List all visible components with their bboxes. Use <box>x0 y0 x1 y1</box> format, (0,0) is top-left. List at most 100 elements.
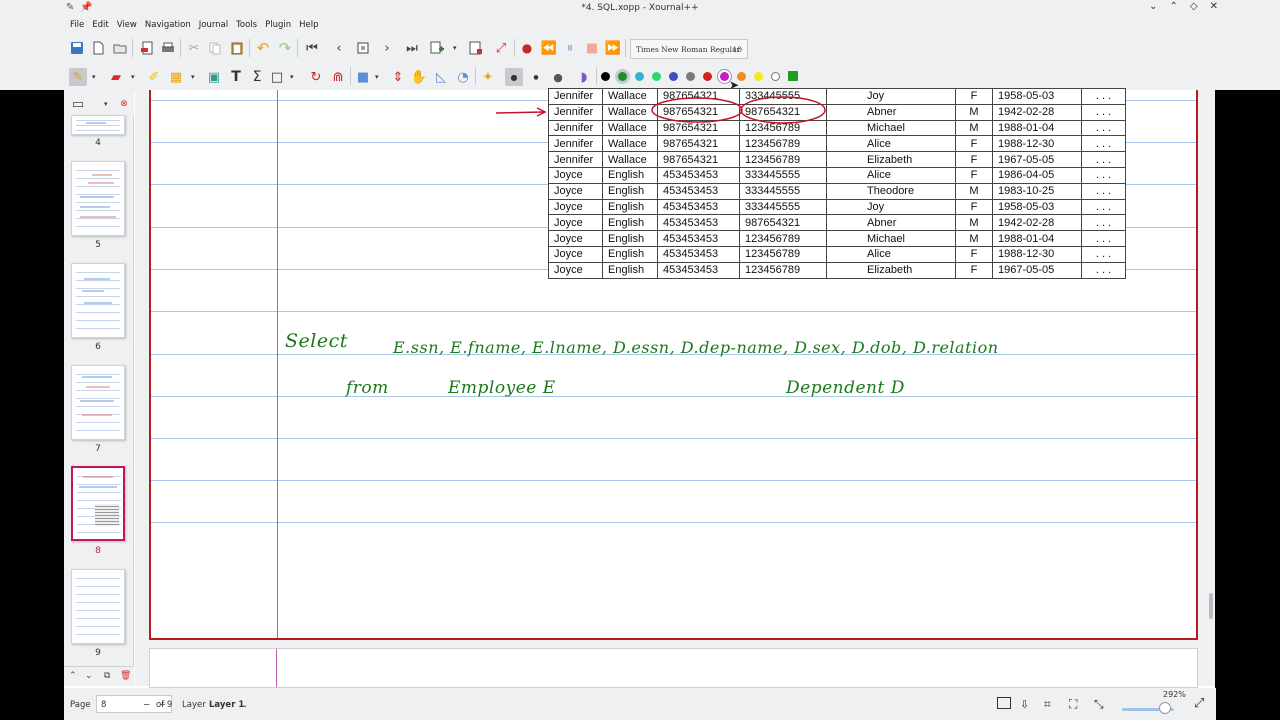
eraser-tool-icon[interactable]: ▰ <box>108 69 124 85</box>
color-light-green[interactable] <box>652 72 661 81</box>
page-decrement-button[interactable]: − <box>143 700 150 710</box>
next-journal-page[interactable] <box>149 648 1198 688</box>
page-thumbnail-7[interactable] <box>71 365 125 440</box>
chevron-down-icon[interactable]: ⌄ <box>1149 1 1157 12</box>
cut-icon[interactable]: ✂ <box>186 40 202 56</box>
thin-stroke-icon[interactable]: ● <box>505 68 523 86</box>
setsquare-icon[interactable]: ◺ <box>433 69 449 85</box>
copy-page-icon[interactable]: ⧉ <box>104 671 110 681</box>
medium-stroke-icon[interactable]: ● <box>528 69 544 85</box>
image-tool-icon[interactable]: ▣ <box>206 69 222 85</box>
sidebar-close-icon[interactable]: ⊗ <box>116 96 132 112</box>
move-page-down-icon[interactable]: ⌄ <box>85 671 93 681</box>
save-icon[interactable] <box>69 40 85 56</box>
page-thumbnail-5[interactable] <box>71 161 125 236</box>
menu-journal[interactable]: Journal <box>199 17 233 33</box>
delete-page-icon[interactable] <box>468 40 484 56</box>
previous-page-icon[interactable]: ‹ <box>331 40 347 56</box>
rewind-icon[interactable]: ⏪ <box>541 40 557 56</box>
font-selector[interactable]: Times New Roman Regular 10 <box>630 39 748 59</box>
color-gray[interactable] <box>686 72 695 81</box>
thick-stroke-icon[interactable]: ● <box>550 69 566 85</box>
fill-icon[interactable]: ◗ <box>576 69 592 85</box>
shape-dropdown[interactable]: ▾ <box>290 73 294 81</box>
latex-tool-icon[interactable]: Σ <box>249 69 265 85</box>
zoom-slider-handle[interactable] <box>1159 702 1171 714</box>
insert-page-icon[interactable] <box>429 40 445 56</box>
next-page-icon[interactable]: › <box>379 40 395 56</box>
hand-tool-icon[interactable]: ✋ <box>411 69 427 85</box>
eraser-dropdown[interactable]: ▾ <box>131 73 135 81</box>
vertical-space-icon[interactable]: ⇕ <box>390 69 406 85</box>
vertical-scrollbar[interactable] <box>1209 593 1213 619</box>
menu-edit[interactable]: Edit <box>92 17 113 33</box>
magnet-snap-icon[interactable]: ⋒ <box>330 69 346 85</box>
page-thumbnail-9[interactable] <box>71 569 125 644</box>
close-icon[interactable]: ✕ <box>1210 1 1218 12</box>
zoom-100-icon[interactable]: ⤡ <box>1094 697 1104 712</box>
page-thumbnail-4[interactable] <box>71 115 125 135</box>
sidebar-view-dropdown[interactable]: ▾ <box>104 100 108 108</box>
menu-navigation[interactable]: Navigation <box>145 17 196 33</box>
menu-plugin[interactable]: Plugin <box>265 17 296 33</box>
select-region-icon[interactable]: ▦ <box>168 69 184 85</box>
color-magenta[interactable] <box>720 72 729 81</box>
color-black[interactable] <box>601 72 610 81</box>
layer-dropdown[interactable]: ▾ <box>375 73 379 81</box>
pen-dropdown[interactable]: ▾ <box>92 73 96 81</box>
record-icon[interactable]: ● <box>519 40 535 56</box>
pause-icon[interactable]: ⏸ <box>562 40 578 56</box>
minimize-icon[interactable]: ⌃ <box>1170 1 1178 12</box>
page-thumbnail-8[interactable] <box>71 466 125 541</box>
color-blue[interactable] <box>669 72 678 81</box>
first-page-icon[interactable]: ⏮ <box>304 40 320 56</box>
menu-file[interactable]: File <box>70 17 89 33</box>
fill-color-icon[interactable]: ✦ <box>480 69 496 85</box>
delete-page-sidebar-icon[interactable]: 🗑 <box>120 671 131 681</box>
menu-view[interactable]: View <box>117 17 142 33</box>
redo-icon[interactable]: ↷ <box>277 39 293 57</box>
fullscreen-icon[interactable]: ⤢ <box>493 40 509 56</box>
pen-tool-icon[interactable]: ✎ <box>69 68 87 86</box>
move-page-up-icon[interactable]: ⌃ <box>69 671 77 681</box>
undo-icon[interactable]: ↶ <box>255 39 271 57</box>
paste-icon[interactable] <box>229 40 245 56</box>
two-page-view-icon[interactable] <box>997 697 1011 709</box>
fast-forward-icon[interactable]: ⏩ <box>605 40 621 56</box>
layer-icon[interactable]: ■ <box>355 69 371 85</box>
color-green[interactable] <box>618 72 627 81</box>
table-cell: Theodore <box>826 182 956 200</box>
last-page-icon[interactable]: ⏭ <box>404 40 420 56</box>
custom-color-icon[interactable] <box>788 71 798 81</box>
highlighter-tool-icon[interactable]: ✐ <box>146 69 162 85</box>
zoom-page-icon[interactable]: ⛶ <box>1069 697 1077 712</box>
sidebar-view-icon[interactable]: ▭ <box>70 96 86 112</box>
stop-icon[interactable]: ■ <box>584 40 600 56</box>
shape-tool-icon[interactable]: □ <box>269 69 285 85</box>
color-light-blue[interactable] <box>635 72 644 81</box>
compass-icon[interactable]: ◔ <box>455 69 471 85</box>
color-yellow[interactable] <box>754 72 763 81</box>
goto-page-icon[interactable] <box>355 40 371 56</box>
menu-tools[interactable]: Tools <box>236 17 262 33</box>
new-document-icon[interactable] <box>90 40 106 56</box>
color-white[interactable] <box>771 72 780 81</box>
fullscreen-status-icon[interactable]: ⤢ <box>1194 696 1204 711</box>
page-number-input[interactable]: 8 <box>101 700 106 710</box>
open-folder-icon[interactable] <box>112 40 128 56</box>
page-thumbnail-6[interactable] <box>71 263 125 338</box>
page-down-icon[interactable]: ⇩ <box>1020 698 1029 711</box>
color-red[interactable] <box>703 72 712 81</box>
export-pdf-icon[interactable] <box>139 40 155 56</box>
insert-page-dropdown[interactable]: ▾ <box>453 44 457 52</box>
text-tool-icon[interactable]: T <box>228 69 244 85</box>
select-dropdown[interactable]: ▾ <box>191 73 195 81</box>
maximize-icon[interactable]: ◇ <box>1190 1 1198 12</box>
menu-help[interactable]: Help <box>299 17 323 33</box>
print-icon[interactable] <box>160 40 176 56</box>
layer-selector[interactable]: Layer 1 <box>209 700 244 710</box>
copy-icon[interactable] <box>207 40 223 56</box>
layer-dropdown-icon[interactable]: ⌄ <box>242 701 248 709</box>
ruler-snap-icon[interactable]: ↻ <box>308 69 324 85</box>
zoom-fit-icon[interactable]: ⌗ <box>1044 697 1051 712</box>
